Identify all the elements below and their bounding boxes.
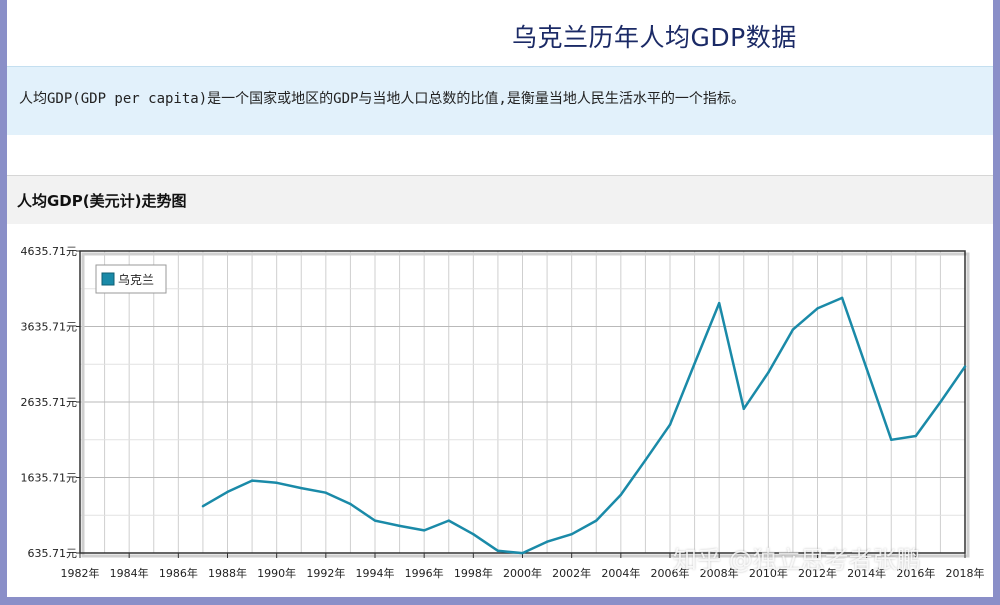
data-point bbox=[717, 301, 721, 305]
info-box: 人均GDP(GDP per capita)是一个国家或地区的GDP与当地人口总数… bbox=[7, 66, 993, 136]
data-point bbox=[570, 532, 573, 536]
data-point bbox=[300, 486, 303, 490]
y-tick-label: 4635.71元 bbox=[21, 245, 78, 258]
section-title: 人均GDP(美元计)走势图 bbox=[17, 192, 187, 210]
data-point bbox=[619, 493, 623, 497]
data-point bbox=[890, 438, 893, 442]
legend-swatch bbox=[101, 272, 115, 286]
x-tick-label: 2002年 bbox=[552, 566, 591, 580]
data-point bbox=[373, 519, 377, 522]
x-tick-label: 1982年 bbox=[61, 566, 100, 580]
y-tick-label: 3635.71元 bbox=[21, 321, 78, 334]
data-point bbox=[939, 400, 942, 404]
y-tick-label: 635.71元 bbox=[28, 547, 78, 560]
page-header: 乌克兰历年人均GDP数据 bbox=[7, 0, 993, 66]
data-point bbox=[816, 307, 819, 310]
data-point bbox=[693, 362, 696, 365]
data-point bbox=[840, 296, 844, 300]
data-point bbox=[324, 491, 328, 494]
x-tick-label: 2000年 bbox=[503, 566, 542, 580]
data-point bbox=[521, 551, 524, 555]
x-tick-label: 2004年 bbox=[601, 566, 640, 580]
spacer bbox=[7, 135, 993, 175]
data-point bbox=[472, 532, 475, 536]
data-point bbox=[275, 481, 278, 485]
data-point bbox=[742, 407, 745, 411]
x-tick-label: 2018年 bbox=[946, 566, 985, 580]
legend-label: 乌克兰 bbox=[118, 272, 154, 287]
x-tick-label: 1984年 bbox=[110, 566, 149, 580]
data-point bbox=[791, 328, 795, 331]
y-tick-label: 1635.71元 bbox=[21, 472, 78, 485]
section-header: 人均GDP(美元计)走势图 bbox=[7, 175, 993, 225]
x-tick-label: 1990年 bbox=[257, 566, 296, 580]
data-point bbox=[496, 549, 500, 552]
data-point bbox=[545, 540, 549, 543]
x-tick-label: 1998年 bbox=[454, 566, 493, 580]
data-point bbox=[668, 423, 672, 426]
data-point bbox=[250, 479, 254, 482]
x-tick-label: 1994年 bbox=[356, 566, 395, 580]
page-title: 乌克兰历年人均GDP数据 bbox=[512, 23, 797, 52]
data-point bbox=[963, 365, 967, 368]
x-tick-label: 1986年 bbox=[159, 566, 198, 580]
watermark: 知乎 @独立思考者张鹏 bbox=[673, 546, 921, 574]
data-point bbox=[201, 505, 205, 508]
data-point bbox=[349, 502, 352, 506]
x-tick-label: 1996年 bbox=[405, 566, 444, 580]
x-tick-label: 1988年 bbox=[208, 566, 247, 580]
page-frame: 乌克兰历年人均GDP数据 人均GDP(GDP per capita)是一个国家或… bbox=[7, 0, 993, 597]
data-point bbox=[767, 371, 770, 374]
data-point bbox=[447, 519, 450, 522]
x-tick-label: 1992年 bbox=[306, 566, 345, 580]
data-point bbox=[398, 524, 401, 528]
data-point bbox=[226, 490, 229, 494]
data-point bbox=[422, 529, 426, 532]
data-point bbox=[914, 434, 918, 438]
data-point bbox=[865, 367, 868, 371]
data-point bbox=[644, 458, 647, 462]
y-tick-label: 2635.71元 bbox=[21, 396, 78, 409]
info-text: 人均GDP(GDP per capita)是一个国家或地区的GDP与当地人口总数… bbox=[19, 91, 745, 107]
data-point bbox=[595, 519, 598, 522]
